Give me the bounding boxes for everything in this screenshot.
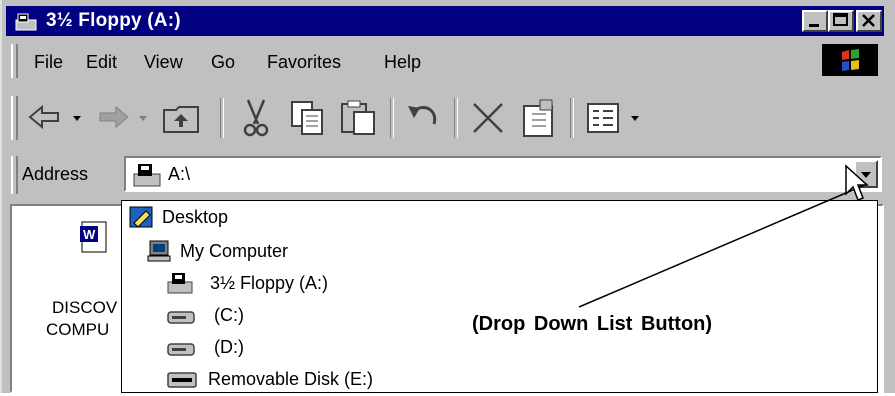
annotation-pointer-line <box>578 183 868 308</box>
annotation-label: (Drop Down List Button) <box>472 313 713 335</box>
mouse-cursor-icon <box>844 164 870 209</box>
explorer-window: 3½ Floppy (A:) File Edit View Go Favorit… <box>0 0 895 393</box>
